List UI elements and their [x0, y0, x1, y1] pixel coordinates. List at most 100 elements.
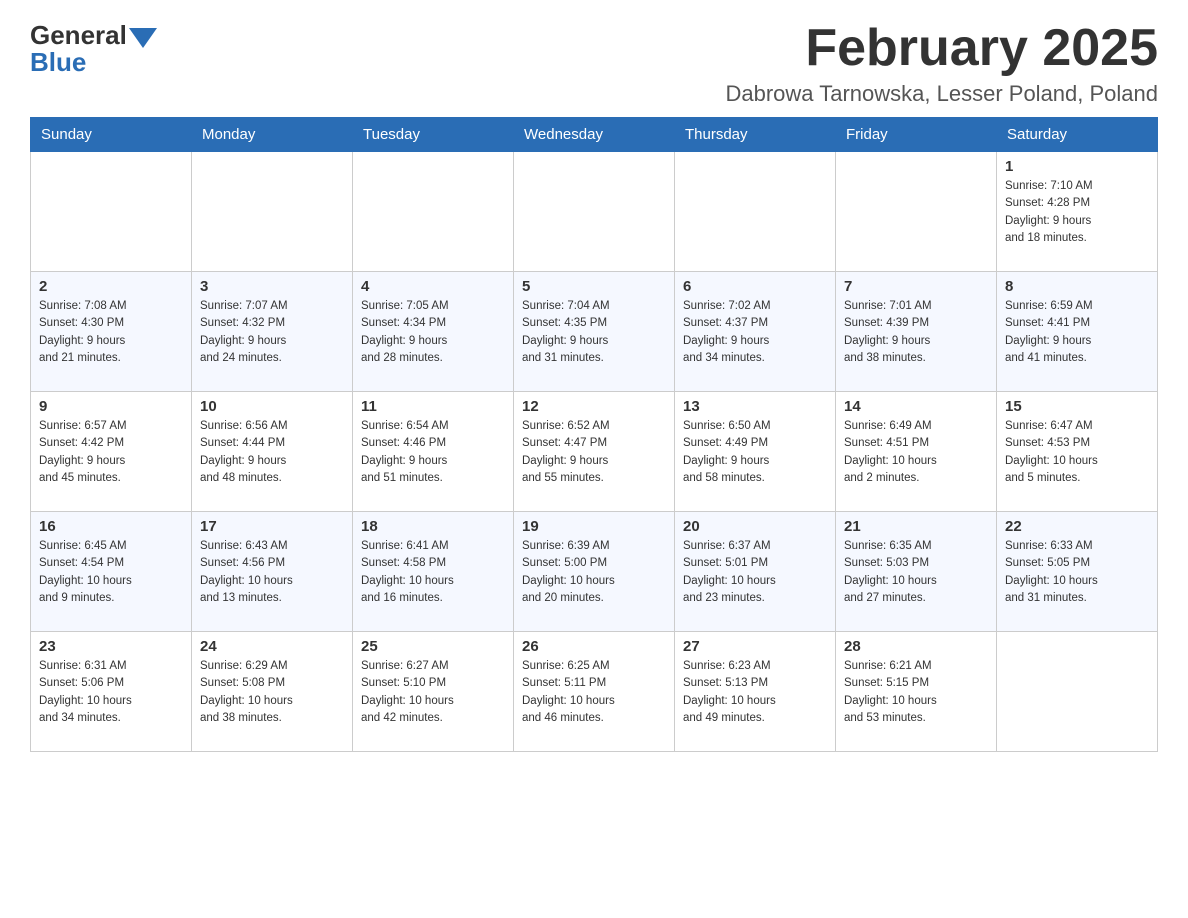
day-info: Sunrise: 7:08 AMSunset: 4:30 PMDaylight:…	[39, 298, 183, 367]
day-info: Sunrise: 6:54 AMSunset: 4:46 PMDaylight:…	[361, 418, 505, 487]
header-wednesday: Wednesday	[514, 118, 675, 152]
day-number: 10	[200, 398, 344, 415]
table-row: 24 Sunrise: 6:29 AMSunset: 5:08 PMDayligh…	[192, 632, 353, 752]
table-row: 22Sunrise: 6:33 AMSunset: 5:05 PMDayligh…	[997, 512, 1158, 632]
calendar-week-row: 1 Sunrise: 7:10 AMSunset: 4:28 PMDaylight…	[31, 152, 1158, 272]
day-info: Sunrise: 6:47 AMSunset: 4:53 PMDaylight:…	[1005, 418, 1149, 487]
day-number: 18	[361, 518, 505, 535]
table-row: 13 Sunrise: 6:50 AMSunset: 4:49 PMDayligh…	[675, 392, 836, 512]
table-row: 14 Sunrise: 6:49 AMSunset: 4:51 PMDayligh…	[836, 392, 997, 512]
day-info: Sunrise: 7:01 AMSunset: 4:39 PMDaylight:…	[844, 298, 988, 367]
table-row: 7 Sunrise: 7:01 AMSunset: 4:39 PMDaylight…	[836, 272, 997, 392]
subtitle: Dabrowa Tarnowska, Lesser Poland, Poland	[725, 81, 1158, 107]
title-section: February 2025 Dabrowa Tarnowska, Lesser …	[725, 20, 1158, 107]
table-row	[353, 152, 514, 272]
table-row: 12 Sunrise: 6:52 AMSunset: 4:47 PMDayligh…	[514, 392, 675, 512]
day-info: Sunrise: 6:49 AMSunset: 4:51 PMDaylight:…	[844, 418, 988, 487]
table-row: 23 Sunrise: 6:31 AMSunset: 5:06 PMDayligh…	[31, 632, 192, 752]
day-info: Sunrise: 6:59 AMSunset: 4:41 PMDaylight:…	[1005, 298, 1149, 367]
day-number: 28	[844, 638, 988, 655]
header-tuesday: Tuesday	[353, 118, 514, 152]
table-row: 9 Sunrise: 6:57 AMSunset: 4:42 PMDaylight…	[31, 392, 192, 512]
day-number: 25	[361, 638, 505, 655]
day-info: Sunrise: 6:31 AMSunset: 5:06 PMDaylight:…	[39, 658, 183, 727]
calendar-week-row: 16Sunrise: 6:45 AMSunset: 4:54 PMDayligh…	[31, 512, 1158, 632]
header-sunday: Sunday	[31, 118, 192, 152]
day-number: 14	[844, 398, 988, 415]
day-info: Sunrise: 6:35 AMSunset: 5:03 PMDaylight:…	[844, 538, 988, 607]
day-number: 4	[361, 278, 505, 295]
table-row: 28 Sunrise: 6:21 AMSunset: 5:15 PMDayligh…	[836, 632, 997, 752]
day-number: 15	[1005, 398, 1149, 415]
header-thursday: Thursday	[675, 118, 836, 152]
day-info: Sunrise: 7:10 AMSunset: 4:28 PMDaylight:…	[1005, 178, 1149, 247]
day-info: Sunrise: 6:37 AMSunset: 5:01 PMDaylight:…	[683, 538, 827, 607]
table-row: 3Sunrise: 7:07 AMSunset: 4:32 PMDaylight…	[192, 272, 353, 392]
day-info: Sunrise: 6:50 AMSunset: 4:49 PMDaylight:…	[683, 418, 827, 487]
day-number: 21	[844, 518, 988, 535]
calendar-table: Sunday Monday Tuesday Wednesday Thursday…	[30, 117, 1158, 752]
day-number: 9	[39, 398, 183, 415]
calendar-header-row: Sunday Monday Tuesday Wednesday Thursday…	[31, 118, 1158, 152]
table-row: 8 Sunrise: 6:59 AMSunset: 4:41 PMDaylight…	[997, 272, 1158, 392]
table-row	[836, 152, 997, 272]
day-number: 24	[200, 638, 344, 655]
logo-triangle-icon	[129, 28, 157, 48]
header-friday: Friday	[836, 118, 997, 152]
day-info: Sunrise: 7:05 AMSunset: 4:34 PMDaylight:…	[361, 298, 505, 367]
day-number: 11	[361, 398, 505, 415]
day-info: Sunrise: 6:52 AMSunset: 4:47 PMDaylight:…	[522, 418, 666, 487]
day-number: 3	[200, 278, 344, 295]
table-row: 4 Sunrise: 7:05 AMSunset: 4:34 PMDaylight…	[353, 272, 514, 392]
table-row: 18Sunrise: 6:41 AMSunset: 4:58 PMDayligh…	[353, 512, 514, 632]
day-number: 20	[683, 518, 827, 535]
header-monday: Monday	[192, 118, 353, 152]
day-info: Sunrise: 6:21 AMSunset: 5:15 PMDaylight:…	[844, 658, 988, 727]
calendar-week-row: 23 Sunrise: 6:31 AMSunset: 5:06 PMDayligh…	[31, 632, 1158, 752]
table-row: 10 Sunrise: 6:56 AMSunset: 4:44 PMDayligh…	[192, 392, 353, 512]
logo-blue-text: Blue	[30, 47, 86, 78]
table-row: 26Sunrise: 6:25 AMSunset: 5:11 PMDayligh…	[514, 632, 675, 752]
day-info: Sunrise: 6:23 AMSunset: 5:13 PMDaylight:…	[683, 658, 827, 727]
day-number: 8	[1005, 278, 1149, 295]
table-row: 1 Sunrise: 7:10 AMSunset: 4:28 PMDaylight…	[997, 152, 1158, 272]
table-row: 21 Sunrise: 6:35 AMSunset: 5:03 PMDayligh…	[836, 512, 997, 632]
day-number: 1	[1005, 158, 1149, 175]
table-row: 20 Sunrise: 6:37 AMSunset: 5:01 PMDayligh…	[675, 512, 836, 632]
day-info: Sunrise: 6:56 AMSunset: 4:44 PMDaylight:…	[200, 418, 344, 487]
table-row: 2 Sunrise: 7:08 AMSunset: 4:30 PMDaylight…	[31, 272, 192, 392]
table-row: 11 Sunrise: 6:54 AMSunset: 4:46 PMDayligh…	[353, 392, 514, 512]
day-number: 12	[522, 398, 666, 415]
day-info: Sunrise: 6:45 AMSunset: 4:54 PMDaylight:…	[39, 538, 183, 607]
day-number: 19	[522, 518, 666, 535]
day-number: 27	[683, 638, 827, 655]
day-number: 2	[39, 278, 183, 295]
day-info: Sunrise: 6:29 AMSunset: 5:08 PMDaylight:…	[200, 658, 344, 727]
day-info: Sunrise: 6:39 AMSunset: 5:00 PMDaylight:…	[522, 538, 666, 607]
calendar-week-row: 2 Sunrise: 7:08 AMSunset: 4:30 PMDaylight…	[31, 272, 1158, 392]
table-row: 25Sunrise: 6:27 AMSunset: 5:10 PMDayligh…	[353, 632, 514, 752]
day-number: 17	[200, 518, 344, 535]
table-row	[31, 152, 192, 272]
day-number: 22	[1005, 518, 1149, 535]
table-row: 17 Sunrise: 6:43 AMSunset: 4:56 PMDayligh…	[192, 512, 353, 632]
day-number: 13	[683, 398, 827, 415]
table-row	[675, 152, 836, 272]
day-info: Sunrise: 7:04 AMSunset: 4:35 PMDaylight:…	[522, 298, 666, 367]
day-number: 6	[683, 278, 827, 295]
day-info: Sunrise: 6:25 AMSunset: 5:11 PMDaylight:…	[522, 658, 666, 727]
table-row	[192, 152, 353, 272]
header-saturday: Saturday	[997, 118, 1158, 152]
logo: General Blue	[30, 20, 157, 78]
table-row: 15 Sunrise: 6:47 AMSunset: 4:53 PMDayligh…	[997, 392, 1158, 512]
day-number: 23	[39, 638, 183, 655]
table-row: 6 Sunrise: 7:02 AMSunset: 4:37 PMDaylight…	[675, 272, 836, 392]
day-info: Sunrise: 6:43 AMSunset: 4:56 PMDaylight:…	[200, 538, 344, 607]
table-row: 16Sunrise: 6:45 AMSunset: 4:54 PMDayligh…	[31, 512, 192, 632]
day-info: Sunrise: 7:02 AMSunset: 4:37 PMDaylight:…	[683, 298, 827, 367]
day-info: Sunrise: 6:57 AMSunset: 4:42 PMDaylight:…	[39, 418, 183, 487]
table-row: 5 Sunrise: 7:04 AMSunset: 4:35 PMDaylight…	[514, 272, 675, 392]
day-number: 7	[844, 278, 988, 295]
day-number: 5	[522, 278, 666, 295]
page-title: February 2025	[725, 20, 1158, 77]
